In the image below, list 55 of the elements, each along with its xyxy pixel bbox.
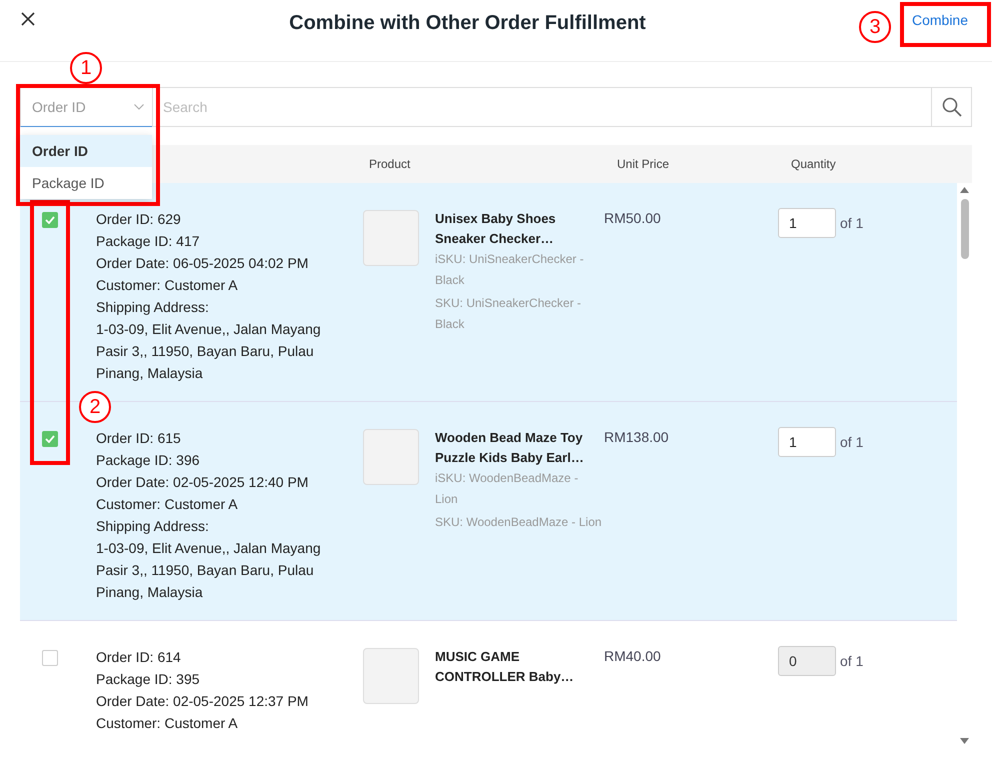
scrollbar-thumb[interactable] (960, 199, 968, 259)
row-checkbox[interactable] (42, 212, 58, 228)
unit-price: RM138.00 (604, 429, 670, 445)
order-detail: 1-03-09, Elit Avenue,, Jalan Mayang Pasir 3,, 11950, Bayan Baru, Pulau Pinang, Malaysia (96, 320, 322, 383)
order-detail: Customer: Customer A (96, 276, 239, 295)
scroll-down-icon[interactable] (960, 738, 969, 744)
order-detail: 1-03-09, Elit Avenue,, Jalan Mayang Pasir 3,, 11950, Bayan Baru, Pulau Pinang, Malaysia (96, 539, 322, 602)
order-detail: Order Date: 02-05-2025 12:37 PM (96, 692, 310, 711)
search-icon (942, 97, 962, 117)
chevron-icon (134, 104, 144, 110)
step-number: 1 (70, 52, 102, 84)
product-name: Unisex Baby Shoes Sneaker Checker… (435, 210, 557, 248)
check-icon (45, 435, 55, 443)
row-checkbox[interactable] (42, 650, 58, 666)
product-photo-placeholder (363, 429, 419, 485)
product-sku: SKU: WoodenBeadMaze - Lion (435, 514, 603, 531)
product-name: Wooden Bead Maze Toy Puzzle Kids Baby Earl… (435, 429, 585, 467)
unit-price: RM50.00 (604, 210, 662, 226)
column-header: Quantity (791, 157, 836, 171)
order-detail: Order ID: 615 (96, 429, 182, 448)
quantity-field[interactable]: 1 (778, 208, 836, 238)
order-detail: Order ID: 629 (96, 210, 182, 229)
dialog-title: Combine with Other Order Fulfillment (289, 12, 646, 35)
search-button[interactable] (932, 87, 972, 127)
column-header: Unit Price (617, 157, 670, 171)
quantity-max: of 1 (840, 653, 864, 669)
order-detail: Customer: Customer A (96, 495, 239, 514)
order-detail: Order Date: 02-05-2025 12:40 PM (96, 473, 310, 492)
step-number: 3 (859, 11, 891, 43)
check-icon (45, 216, 55, 224)
product-photo-placeholder (363, 648, 419, 704)
product-sku: iSKU: WoodenBeadMaze - Lion (435, 470, 580, 508)
unit-price: RM40.00 (604, 648, 662, 664)
quantity-max: of 1 (840, 434, 864, 450)
search-field[interactable]: Search (152, 87, 932, 127)
order-detail: Customer: Customer A (96, 714, 239, 733)
row-checkbox[interactable] (42, 431, 58, 447)
product-photo-placeholder (363, 210, 419, 266)
order-detail: Shipping Address: (96, 517, 210, 536)
quantity-max: of 1 (840, 215, 864, 231)
order-detail: Order Date: 06-05-2025 04:02 PM (96, 254, 310, 273)
quantity-field[interactable]: 1 (778, 427, 836, 457)
product-sku: iSKU: UniSneakerChecker - Black (435, 251, 585, 289)
scroll-up-icon[interactable] (960, 187, 969, 193)
dropdown-option[interactable]: Package ID (20, 167, 152, 199)
order-detail: Shipping Address: (96, 298, 210, 317)
order-detail: Package ID: 395 (96, 670, 201, 689)
order-detail: Order ID: 614 (96, 648, 182, 667)
order-detail: Package ID: 417 (96, 232, 201, 251)
product-sku: SKU: UniSneakerChecker - Black (435, 295, 582, 333)
dropdown-option[interactable]: Order ID (20, 135, 152, 167)
close-icon[interactable] (21, 12, 35, 26)
product-name: MUSIC GAME CONTROLLER Baby… (435, 648, 575, 686)
order-detail: Package ID: 396 (96, 451, 201, 470)
column-header: Product (369, 157, 412, 171)
